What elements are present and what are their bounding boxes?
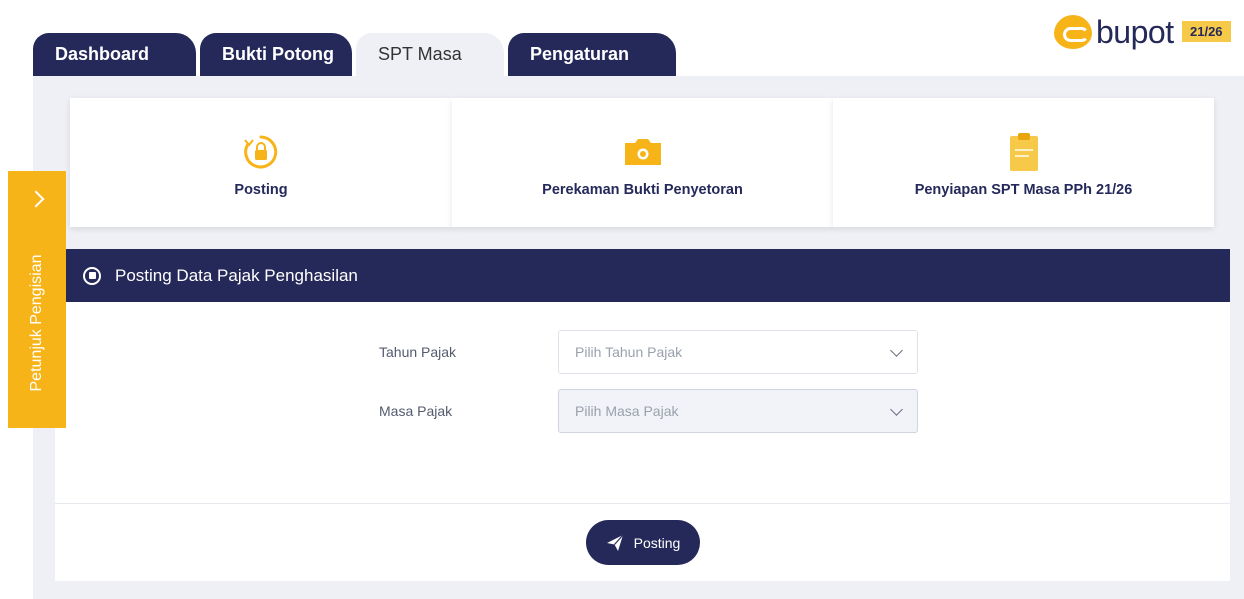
logo-version-badge: 21/26 [1182, 21, 1231, 42]
tahun-pajak-select[interactable]: Pilih Tahun Pajak [558, 330, 918, 374]
card-posting[interactable]: Posting [70, 98, 452, 227]
logo-e-icon [1054, 15, 1092, 49]
form-divider [55, 503, 1230, 504]
masa-pajak-placeholder: Pilih Masa Pajak [575, 403, 679, 419]
logo-word: bupot [1096, 14, 1174, 50]
ebupot-logo: bupot 21/26 [1054, 12, 1231, 52]
clipboard-icon [1009, 133, 1039, 171]
tab-pengaturan[interactable]: Pengaturan [508, 33, 676, 76]
lock-icon [83, 266, 101, 285]
camera-icon [623, 134, 663, 170]
form-title: Posting Data Pajak Penghasilan [115, 265, 358, 285]
form-header: Posting Data Pajak Penghasilan [55, 249, 1230, 302]
masa-pajak-label: Masa Pajak [379, 403, 453, 419]
send-icon [606, 534, 624, 551]
posting-button-label: Posting [633, 534, 681, 551]
tab-bukti-potong-label: Bukti Potong [222, 44, 334, 64]
card-perekaman-bukti-penyetoran[interactable]: Perekaman Bukti Penyetoran [452, 98, 833, 227]
petunjuk-pengisian-toggle[interactable]: Petunjuk Pengisian [8, 171, 66, 428]
tab-dashboard-label: Dashboard [55, 44, 150, 64]
card-penyiapan-title: Penyiapan SPT Masa PPh 21/26 [914, 182, 1133, 198]
masa-pajak-select[interactable]: Pilih Masa Pajak [558, 389, 918, 433]
main-panel: Posting Perekaman Bukti Penyetoran Penyi… [33, 76, 1244, 599]
tahun-pajak-label: Tahun Pajak [379, 344, 457, 360]
chevron-right-icon [27, 190, 45, 208]
tab-dashboard[interactable]: Dashboard [33, 33, 196, 76]
posting-button[interactable]: Posting [586, 520, 700, 565]
posting-form: Posting Data Pajak Penghasilan Tahun Paj… [55, 249, 1230, 581]
main-tabs: Dashboard Bukti Potong SPT Masa Pengatur… [33, 33, 680, 76]
tab-spt-masa-label: SPT Masa [378, 44, 462, 64]
lock-icon [242, 134, 280, 170]
chevron-down-icon [890, 403, 903, 416]
tab-bukti-potong[interactable]: Bukti Potong [200, 33, 352, 76]
chevron-down-icon [890, 344, 903, 357]
card-perekaman-title: Perekaman Bukti Penyetoran [542, 182, 743, 198]
petunjuk-pengisian-label: Petunjuk Pengisian [28, 254, 45, 392]
tab-pengaturan-label: Pengaturan [530, 44, 630, 64]
page: Dashboard Bukti Potong SPT Masa Pengatur… [0, 0, 1244, 599]
field-row-masa-pajak: Masa Pajak Pilih Masa Pajak [55, 389, 1230, 433]
field-row-tahun-pajak: Tahun Pajak Pilih Tahun Pajak [55, 330, 1230, 374]
card-penyiapan-spt[interactable]: Penyiapan SPT Masa PPh 21/26 [833, 98, 1214, 227]
tahun-pajak-placeholder: Pilih Tahun Pajak [575, 344, 683, 360]
card-posting-title: Posting [234, 182, 288, 198]
tab-spt-masa[interactable]: SPT Masa [356, 33, 504, 76]
step-cards: Posting Perekaman Bukti Penyetoran Penyi… [70, 98, 1214, 227]
